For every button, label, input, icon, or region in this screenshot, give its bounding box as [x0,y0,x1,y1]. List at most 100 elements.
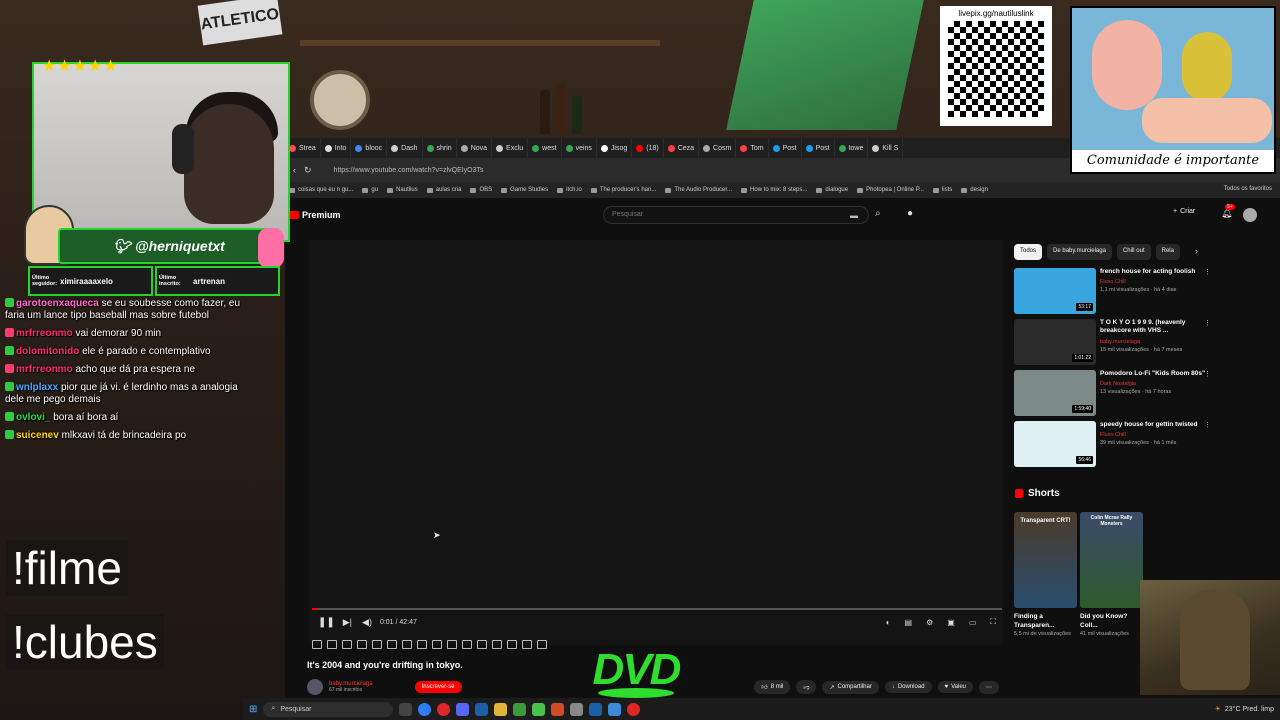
app-icon[interactable] [513,702,527,716]
account-avatar[interactable] [1243,208,1257,222]
bookmark-item[interactable]: OBS [470,187,492,193]
toolbar-icon[interactable] [357,639,367,649]
browser-tab[interactable]: Cosm [699,138,737,158]
file-explorer-icon[interactable] [494,702,508,716]
toolbar-icon[interactable] [537,639,547,649]
toolbar-icon[interactable] [447,639,457,649]
toolbar-icon[interactable] [477,639,487,649]
browser-tab[interactable]: Jisog [597,138,633,158]
fullscreen-icon[interactable]: ⛶ [990,617,996,627]
browser-tab[interactable]: west [528,138,562,158]
bookmark-item[interactable]: itch.io [557,187,582,193]
browser-tab[interactable]: Kill S [868,138,904,158]
browser-tab[interactable]: Post [769,138,802,158]
filter-chip[interactable]: Chill out [1116,244,1151,260]
app-icon[interactable] [551,702,565,716]
next-icon[interactable]: ▶| [343,617,352,628]
taskbar-search-input[interactable]: ⌕ Pesquisar [263,701,394,717]
toolbar-icon[interactable] [522,639,532,649]
windows-start-icon[interactable]: ⊞ [249,704,257,715]
download-button[interactable]: ↓ Download [884,681,932,693]
bookmark-item[interactable]: Nautilus [387,187,418,193]
more-options-icon[interactable]: ⋯ [979,680,999,694]
short-info[interactable]: Finding a Transparen... 5,5 mi de visual… [1014,612,1077,638]
obs-icon[interactable] [627,702,641,716]
more-vert-icon[interactable]: ⋮ [1204,421,1211,429]
bookmark-item[interactable]: design [961,187,988,193]
video-thumbnail[interactable]: 56:46 [1014,421,1096,467]
toolbar-icon[interactable] [387,639,397,649]
subtitles-icon[interactable]: ▤ [905,618,913,627]
video-thumbnail[interactable]: 1:59:40 [1014,370,1096,416]
theater-mode-icon[interactable]: ▭ [969,618,977,627]
task-view-icon[interactable] [399,702,413,716]
browser-tab[interactable]: blooc [351,138,388,158]
url-text[interactable]: https://www.youtube.com/watch?v=zlvQEIyO… [334,167,484,174]
microphone-icon[interactable]: ● [907,208,913,219]
volume-icon[interactable]: ◀) [362,617,372,628]
browser-tab[interactable]: veins [562,138,597,158]
browser-tab[interactable]: Exclu [492,138,529,158]
share-button[interactable]: ↗ Compartilhar [822,680,879,694]
all-bookmarks-link[interactable]: Todos os favoritos [1224,186,1272,192]
short-info[interactable]: Did you Know? Coll... 41 mil visualizaçõ… [1080,612,1143,638]
app-icon[interactable] [608,702,622,716]
reload-icon[interactable]: ↻ [304,165,312,176]
bookmark-item[interactable]: The Audio Producer... [665,187,732,193]
browser-tab[interactable]: Ceza [664,138,700,158]
short-thumbnail[interactable]: Colin Mcrae Rally Monsters [1080,512,1143,608]
toolbar-icon[interactable] [342,639,352,649]
filter-chip[interactable]: Rela [1155,244,1180,260]
toolbar-icon[interactable] [312,639,322,649]
bookmark-item[interactable]: gu [362,187,378,193]
bookmark-item[interactable]: The producer's han... [590,187,656,193]
browser-tab[interactable]: Nova [457,138,493,158]
browser-tab[interactable]: (18) [632,138,664,158]
steam-icon[interactable] [475,702,489,716]
browser-tab[interactable]: Strea [285,138,321,158]
discord-icon[interactable] [456,702,470,716]
video-thumbnail[interactable]: 53:17 [1014,268,1096,314]
thanks-button[interactable]: ♥ Valeu [937,681,973,693]
video-thumbnail[interactable]: 1:01:22 [1014,319,1096,365]
bookmark-item[interactable]: dialogue [816,187,848,193]
filter-chip[interactable]: Todos [1014,244,1043,260]
browser-tab[interactable]: Into [321,138,352,158]
create-button[interactable]: + Criar [1173,208,1195,215]
video-player[interactable] [309,240,1003,645]
youtube-search-input[interactable]: Pesquisar [603,206,869,224]
bookmark-item[interactable]: coisas que eu n gu... [289,187,353,193]
filter-chip[interactable]: De baby.murcielaga [1047,244,1112,260]
autoplay-toggle-icon[interactable]: ◐ [886,618,891,627]
dislike-button[interactable]: 👎︎ [796,680,817,694]
youtube-logo[interactable]: Premium [289,210,341,220]
toolbar-icon[interactable] [432,639,442,649]
browser-tab[interactable]: towe [835,138,869,158]
like-button[interactable]: 👍︎ 8 mil [754,680,791,694]
keyboard-icon[interactable]: ▬ [850,211,858,220]
bookmark-item[interactable]: Photopea | Online P... [857,187,924,193]
toolbar-icon[interactable] [417,639,427,649]
app-icon[interactable] [532,702,546,716]
channel-avatar[interactable] [307,679,323,695]
recommended-video[interactable]: 56:46 speedy house for gettin twisted Flux… [1014,421,1214,467]
opera-icon[interactable] [437,702,451,716]
toolbar-icon[interactable] [507,639,517,649]
pause-icon[interactable]: ❚❚ [318,617,335,628]
toolbar-icon[interactable] [372,639,382,649]
app-icon[interactable] [589,702,603,716]
more-vert-icon[interactable]: ⋮ [1204,319,1211,327]
gear-icon[interactable]: ⚙ [926,618,933,627]
toolbar-icon[interactable] [327,639,337,649]
browser-tab[interactable]: Dash [387,138,423,158]
recommended-video[interactable]: 1:01:22 T O K Y O 1 9 9 9. (heavenly brea… [1014,319,1214,365]
chrome-icon[interactable] [418,702,432,716]
subscribe-button[interactable]: Inscrever-se [414,681,462,693]
browser-tab[interactable]: shrin [423,138,457,158]
toolbar-icon[interactable] [402,639,412,649]
toolbar-icon[interactable] [462,639,472,649]
browser-tab[interactable]: Post [802,138,835,158]
progress-bar[interactable] [312,608,1002,610]
bookmark-item[interactable]: Game Studies [501,187,548,193]
search-icon[interactable]: ⌕ [875,208,881,219]
